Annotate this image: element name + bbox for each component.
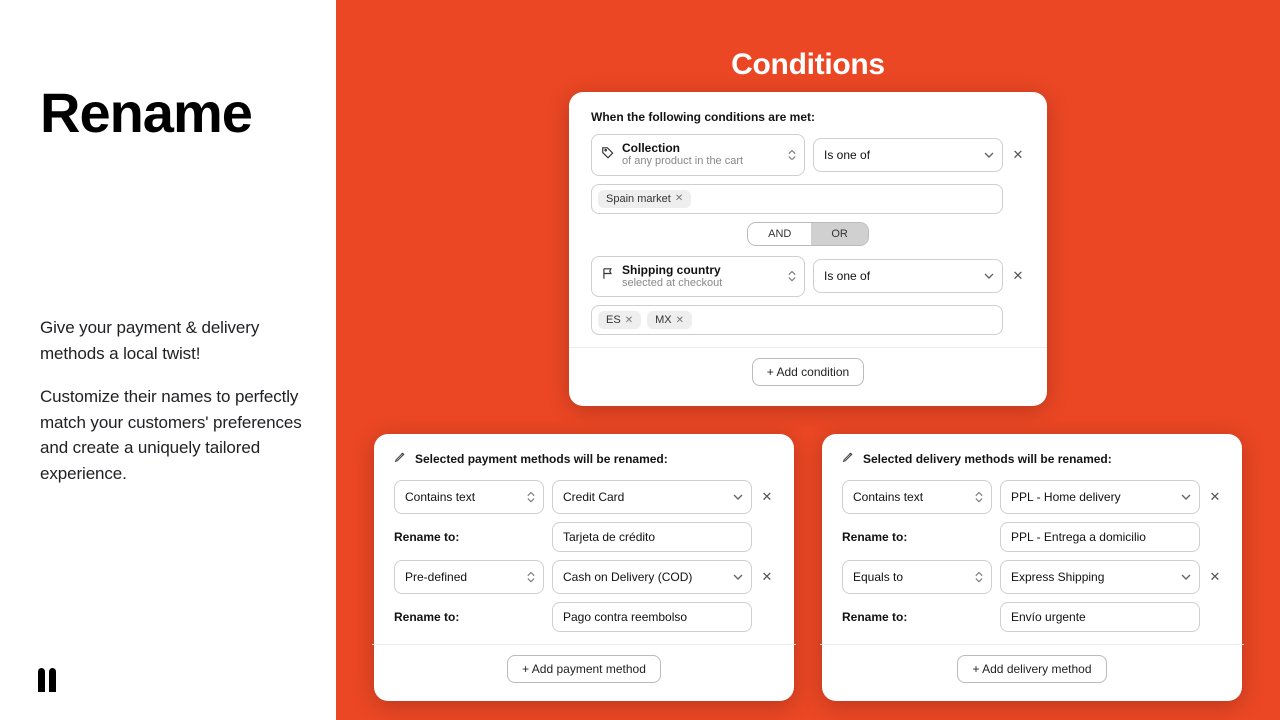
chevron-down-icon (733, 574, 743, 580)
payment-card: Selected payment methods will be renamed… (374, 434, 794, 701)
remove-condition-button[interactable]: ✕ (1011, 268, 1025, 284)
method-value-select[interactable]: Express Shipping (1000, 560, 1200, 594)
match-mode-value: Contains text (853, 490, 923, 504)
match-mode-select[interactable]: Equals to (842, 560, 992, 594)
condition-value-input[interactable]: Spain market ✕ (591, 184, 1003, 214)
rename-input[interactable] (1000, 522, 1200, 552)
remove-row-button[interactable]: ✕ (1208, 569, 1222, 585)
chevron-down-icon (1181, 494, 1191, 500)
remove-row-button[interactable]: ✕ (760, 489, 774, 505)
chip-remove-icon[interactable]: ✕ (675, 193, 683, 204)
pencil-icon (842, 450, 855, 468)
condition-operator-select[interactable]: Is one of (813, 138, 1003, 172)
payment-method-row: Contains text Credit Card ✕ (394, 480, 774, 514)
remove-row-button[interactable]: ✕ (760, 569, 774, 585)
sort-icon (788, 271, 796, 282)
match-mode-select[interactable]: Pre-defined (394, 560, 544, 594)
toggle-and[interactable]: AND (748, 223, 811, 245)
condition-operator-select[interactable]: Is one of (813, 259, 1003, 293)
and-or-toggle[interactable]: AND OR (747, 222, 869, 246)
match-mode-value: Pre-defined (405, 570, 467, 584)
copy-p2: Customize their names to perfectly match… (40, 384, 302, 486)
method-value-select[interactable]: PPL - Home delivery (1000, 480, 1200, 514)
marketing-copy: Give your payment & delivery methods a l… (40, 315, 302, 486)
chip-remove-icon[interactable]: ✕ (625, 315, 633, 326)
left-panel: Rename Give your payment & delivery meth… (0, 0, 336, 720)
condition-field-subtitle: selected at checkout (622, 277, 722, 290)
sort-icon (527, 492, 535, 503)
match-mode-value: Equals to (853, 570, 903, 584)
rename-input[interactable] (1000, 602, 1200, 632)
condition-field-title: Shipping country (622, 263, 722, 277)
remove-row-button[interactable]: ✕ (1208, 489, 1222, 505)
chip[interactable]: MX ✕ (647, 311, 692, 329)
method-value: Credit Card (563, 490, 624, 504)
payment-heading: Selected payment methods will be renamed… (415, 452, 668, 466)
condition-operator-value: Is one of (824, 148, 870, 162)
sort-icon (788, 149, 796, 160)
conditions-heading: When the following conditions are met: (591, 110, 1025, 124)
add-payment-method-button[interactable]: + Add payment method (507, 655, 661, 683)
chevron-down-icon (733, 494, 743, 500)
section-title-conditions: Conditions (336, 48, 1280, 82)
chevron-down-icon (984, 273, 994, 279)
condition-field-title: Collection (622, 141, 743, 155)
chevron-down-icon (984, 152, 994, 158)
match-mode-value: Contains text (405, 490, 475, 504)
condition-value-input[interactable]: ES ✕ MX ✕ (591, 305, 1003, 335)
condition-field-subtitle: of any product in the cart (622, 155, 743, 168)
chip-label: ES (606, 314, 621, 326)
method-value: PPL - Home delivery (1011, 490, 1121, 504)
sort-icon (527, 572, 535, 583)
flag-icon (601, 267, 615, 286)
add-condition-button[interactable]: + Add condition (752, 358, 864, 386)
delivery-method-row: Equals to Express Shipping ✕ (842, 560, 1222, 594)
condition-operator-value: Is one of (824, 269, 870, 283)
sort-icon (975, 572, 983, 583)
chip[interactable]: ES ✕ (598, 311, 641, 329)
pencil-icon (394, 450, 407, 468)
remove-condition-button[interactable]: ✕ (1011, 147, 1025, 163)
rename-label: Rename to: (842, 530, 992, 544)
condition-row: Collection of any product in the cart Is… (591, 134, 1025, 176)
chip-label: MX (655, 314, 672, 326)
condition-field-select[interactable]: Shipping country selected at checkout (591, 256, 805, 298)
tag-icon (601, 145, 615, 164)
brand-logo (38, 668, 58, 692)
page-title: Rename (40, 80, 302, 145)
chip-remove-icon[interactable]: ✕ (676, 315, 684, 326)
delivery-card: Selected delivery methods will be rename… (822, 434, 1242, 701)
chip-label: Spain market (606, 193, 671, 205)
condition-field-select[interactable]: Collection of any product in the cart (591, 134, 805, 176)
conditions-card: When the following conditions are met: C… (569, 92, 1047, 406)
method-value: Cash on Delivery (COD) (563, 570, 692, 584)
condition-row: Shipping country selected at checkout Is… (591, 256, 1025, 298)
delivery-method-row: Contains text PPL - Home delivery ✕ (842, 480, 1222, 514)
chevron-down-icon (1181, 574, 1191, 580)
rename-label: Rename to: (842, 610, 992, 624)
rename-label: Rename to: (394, 530, 544, 544)
right-panel: Conditions When the following conditions… (336, 0, 1280, 720)
method-value-select[interactable]: Cash on Delivery (COD) (552, 560, 752, 594)
copy-p1: Give your payment & delivery methods a l… (40, 315, 302, 366)
delivery-heading: Selected delivery methods will be rename… (863, 452, 1112, 466)
add-delivery-method-button[interactable]: + Add delivery method (957, 655, 1106, 683)
chip[interactable]: Spain market ✕ (598, 190, 691, 208)
rename-input[interactable] (552, 522, 752, 552)
rename-input[interactable] (552, 602, 752, 632)
toggle-or[interactable]: OR (811, 223, 868, 245)
sort-icon (975, 492, 983, 503)
match-mode-select[interactable]: Contains text (394, 480, 544, 514)
method-value: Express Shipping (1011, 570, 1104, 584)
match-mode-select[interactable]: Contains text (842, 480, 992, 514)
payment-method-row: Pre-defined Cash on Delivery (COD) ✕ (394, 560, 774, 594)
rename-label: Rename to: (394, 610, 544, 624)
method-value-select[interactable]: Credit Card (552, 480, 752, 514)
